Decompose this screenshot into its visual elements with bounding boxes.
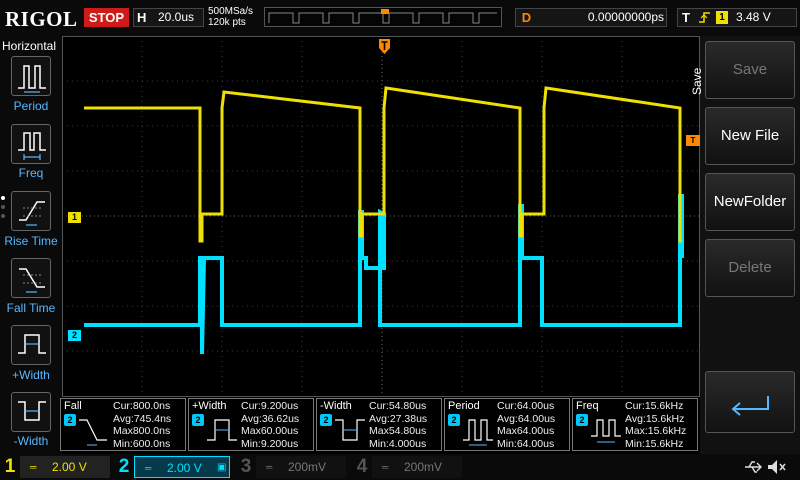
memory-depth: 120k pts (208, 17, 246, 28)
ch2-button[interactable]: 2 ═ 2.00 V ▣ (114, 456, 232, 478)
waveform-grid (62, 36, 700, 397)
ch1-number: 1 (4, 456, 16, 477)
timebase-box[interactable]: H 20.0us (133, 8, 204, 27)
new-file-button[interactable]: New File (705, 107, 795, 165)
pos-width-icon (18, 334, 46, 354)
enter-arrow-icon (731, 396, 769, 416)
measurement-channel-badge: 2 (576, 414, 588, 426)
period-icon (18, 65, 46, 93)
ch4-button[interactable]: 4 ═ 200mV (352, 456, 464, 478)
fall-time-label: Fall Time (6, 301, 56, 315)
memory-overview-waveform (268, 9, 497, 24)
timebase-label: H (137, 10, 147, 25)
trigger-level-marker[interactable]: T (686, 135, 700, 146)
ch2-scale: 2.00 V (167, 461, 202, 475)
save-menu-title: Save (690, 67, 704, 95)
dc-coupling-icon: ═ (266, 462, 273, 472)
measurement-channel-badge: 2 (192, 414, 204, 426)
rigol-logo: RIGOL (5, 7, 78, 31)
ch2-offset-marker[interactable]: 2 (68, 330, 81, 341)
sound-icon[interactable] (766, 458, 786, 476)
trigger-position-icon (381, 9, 389, 14)
measurement-name: Period (448, 400, 480, 412)
freq-label: Freq (18, 166, 44, 180)
measurement-neg-width[interactable]: -Width 2 Cur:54.80us Avg:27.38us Max54.80… (316, 398, 442, 451)
measurement-stats: Cur:64.00us Avg:64.00us Max64.00us Min:64.… (497, 400, 556, 450)
measurement-channel-badge: 2 (448, 414, 460, 426)
acquisition-info: 500MSa/s 120k pts (208, 6, 253, 28)
measurement-name: Freq (576, 400, 599, 412)
save-button[interactable]: Save (705, 41, 795, 99)
ch1-offset-marker[interactable]: 1 (68, 212, 81, 223)
measurement-stats: Cur:15.6kHz Avg:15.6kHz Max:15.6kHz Min:15… (625, 400, 687, 450)
measurement-freq[interactable]: Freq 2 Cur:15.6kHz Avg:15.6kHz Max:15.6kH… (572, 398, 698, 451)
timebase-value: 20.0us (158, 10, 195, 24)
ch3-button[interactable]: 3 ═ 200mV (236, 456, 348, 478)
fall-time-icon (19, 268, 45, 293)
freq-icon (18, 132, 46, 160)
trigger-level-value: 3.48 V (736, 10, 771, 24)
dc-coupling-icon: ═ (30, 462, 37, 472)
delay-value: 0.00000000ps (587, 10, 664, 24)
rising-edge-icon (699, 12, 710, 23)
period-icon (463, 419, 493, 446)
neg-width-label: -Width (13, 434, 49, 448)
sample-rate: 500MSa/s (208, 6, 254, 17)
measurement-stats: Cur:9.200us Avg:36.62us Max60.00us Min:9.2… (241, 400, 300, 450)
ch4-number: 4 (356, 456, 368, 477)
trigger-position-marker-icon[interactable] (379, 39, 390, 55)
pos-width-icon (207, 419, 237, 441)
trigger-source-badge: 1 (716, 11, 728, 24)
measurement-stats: Cur:800.0ns Avg:745.4ns Max800.0ns Min:600… (113, 400, 172, 450)
pos-width-button[interactable] (11, 325, 51, 365)
menu-title: Horizontal (2, 39, 57, 53)
channel-status-bar: 1 ═ 2.00 V 2 ═ 2.00 V ▣ 3 ═ 200mV 4 ═ 20… (0, 454, 800, 480)
ch1-button[interactable]: 1 ═ 2.00 V (0, 456, 112, 478)
period-button[interactable] (11, 56, 51, 96)
menu-page-indicator (1, 196, 7, 223)
measurement-channel-badge: 2 (320, 414, 332, 426)
ch1-scale: 2.00 V (52, 460, 87, 474)
bandwidth-limit-icon: ▣ (217, 462, 227, 473)
memory-overview-bar[interactable] (264, 7, 502, 27)
rise-time-label: Rise Time (4, 234, 58, 248)
freq-button[interactable] (11, 124, 51, 164)
freq-icon (591, 419, 621, 443)
measurement-name: -Width (320, 400, 352, 412)
delay-box[interactable]: D 0.00000000ps (515, 8, 667, 27)
measurement-period[interactable]: Period 2 Cur:64.00us Avg:64.00us Max64.00… (444, 398, 570, 451)
pos-width-label: +Width (12, 368, 50, 382)
period-label: Period (13, 99, 49, 113)
horizontal-measure-menu: Horizontal Period Freq Rise Time Fall Ti… (0, 36, 62, 454)
dc-coupling-icon: ═ (382, 462, 389, 472)
neg-width-icon (18, 401, 46, 421)
dc-coupling-icon: ═ (145, 463, 152, 473)
measurement-stats: Cur:54.80us Avg:27.38us Max54.80us Min:4.0… (369, 400, 428, 450)
delete-button[interactable]: Delete (705, 239, 795, 297)
neg-width-button[interactable] (11, 392, 51, 432)
neg-width-icon (335, 419, 365, 441)
waveform-display[interactable] (62, 36, 700, 397)
usb-icon (745, 461, 762, 473)
top-status-bar: RIGOL STOP H 20.0us 500MSa/s 120k pts D … (0, 0, 800, 36)
rise-time-button[interactable] (11, 191, 51, 231)
delay-label: D (521, 10, 532, 25)
ch3-scale: 200mV (288, 460, 327, 474)
measurement-name: +Width (192, 400, 227, 412)
fall-time-icon (79, 419, 107, 446)
trigger-label: T (682, 10, 690, 25)
measurement-name: Fall (64, 400, 82, 412)
ch3-number: 3 (240, 456, 252, 477)
ch2-number: 2 (118, 456, 130, 477)
run-stop-indicator[interactable]: STOP (84, 8, 129, 27)
enter-button[interactable] (705, 371, 795, 433)
trigger-box[interactable]: T 1 3.48 V (677, 8, 797, 27)
measurement-pos-width[interactable]: +Width 2 Cur:9.200us Avg:36.62us Max60.00… (188, 398, 314, 451)
rise-time-icon (19, 201, 45, 226)
new-folder-button[interactable]: NewFolder (705, 173, 795, 231)
fall-time-button[interactable] (11, 258, 51, 298)
ch4-scale: 200mV (404, 460, 443, 474)
measurement-channel-badge: 2 (64, 414, 76, 426)
measurement-fall[interactable]: Fall 2 Cur:800.0ns Avg:745.4ns Max800.0ns… (60, 398, 186, 451)
